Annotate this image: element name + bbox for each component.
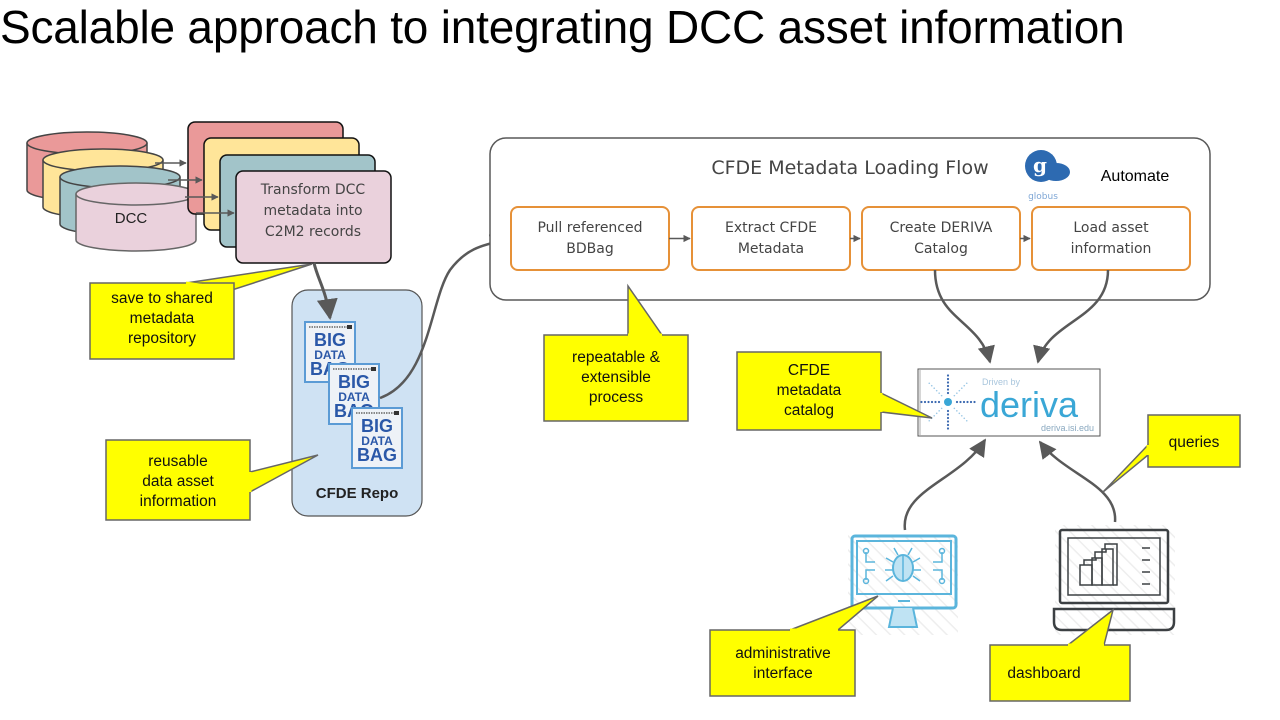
callout-text: interface <box>753 665 812 682</box>
flow-step-label: Pull referenced <box>537 220 642 236</box>
callout-text: extensible <box>581 369 651 386</box>
callout-queries: queries <box>1102 414 1241 493</box>
globus-label: globus <box>1028 192 1058 202</box>
transform-stack: Transform DCC metadata into C2M2 records <box>187 121 392 264</box>
callout-text: repeatable & <box>572 349 661 366</box>
flow-step-box: Pull referenced BDBag <box>510 206 670 271</box>
flow-step-label: BDBag <box>566 241 613 257</box>
callout-text: queries <box>1169 434 1220 451</box>
callout-text: dashboard <box>1007 665 1080 682</box>
flow-title: CFDE Metadata Loading Flow <box>711 157 988 179</box>
callout-repeatable-process: repeatable & extensible process <box>543 283 689 422</box>
dcc-label: DCC <box>115 210 148 227</box>
metadata-loading-flow: CFDE Metadata Loading Flow g globus Auto… <box>489 137 1211 301</box>
deriva-logo: Driven by deriva deriva.isi.edu <box>917 368 1101 437</box>
bdbag-icon: BIGDATABAG <box>351 407 403 469</box>
flow-step-box: Extract CFDE Metadata <box>691 206 851 271</box>
flow-step-label: Catalog <box>914 241 968 257</box>
deriva-wordmark: deriva <box>980 384 1079 425</box>
automate-label: Automate <box>1101 168 1170 185</box>
flow-step-label: information <box>1071 241 1152 257</box>
globus-g-icon: g <box>1033 153 1047 177</box>
callout-text: process <box>589 389 644 406</box>
flow-step-label: Metadata <box>738 241 804 257</box>
bdbag-text: BIG <box>361 416 393 436</box>
callout-text: save to shared <box>111 290 213 307</box>
callout-text: data asset <box>142 473 214 490</box>
repo-label: CFDE Repo <box>316 485 399 502</box>
dashboard-laptop-chart-icon <box>1052 525 1176 635</box>
callout-text: information <box>140 493 217 510</box>
callout-cfde-catalog: CFDE metadata catalog <box>736 351 933 431</box>
callout-text: reusable <box>148 453 207 470</box>
bdbag-text: BIG <box>314 330 346 350</box>
callout-save-to-repo: save to shared metadata repository <box>89 263 313 360</box>
callout-reusable-assets: reusable data asset information <box>105 439 319 521</box>
flow-step-label: Extract CFDE <box>725 220 817 236</box>
callout-text: metadata <box>777 382 842 399</box>
flow-step-label: Create DERIVA <box>890 220 993 236</box>
callout-text: catalog <box>784 402 834 419</box>
flow-step-box: Load asset information <box>1031 206 1191 271</box>
callout-text: metadata <box>130 310 195 327</box>
flow-step-box: Create DERIVA Catalog <box>861 206 1021 271</box>
admin-monitor-bug-icon <box>848 534 958 635</box>
bdbag-text: BIG <box>338 372 370 392</box>
transform-text-line: Transform DCC <box>260 182 366 198</box>
bdbag-text: BAG <box>357 445 397 465</box>
diagram-canvas: DCC Transform DCC metadata into C2M2 rec… <box>26 121 1241 702</box>
callout-text: repository <box>128 330 196 347</box>
flow-step-label: Load asset <box>1073 220 1149 236</box>
transform-text-line: metadata into <box>263 203 362 219</box>
dcc-database-stack: DCC <box>26 131 197 252</box>
callout-text: administrative <box>735 645 831 662</box>
transform-text-line: C2M2 records <box>265 224 361 240</box>
callout-admin-interface: administrative interface <box>709 595 879 697</box>
deriva-url: deriva.isi.edu <box>1041 423 1094 433</box>
dashboard-to-deriva-arrow <box>1038 440 1117 523</box>
callout-text: CFDE <box>788 362 830 379</box>
admin-to-deriva-arrow <box>903 438 987 531</box>
